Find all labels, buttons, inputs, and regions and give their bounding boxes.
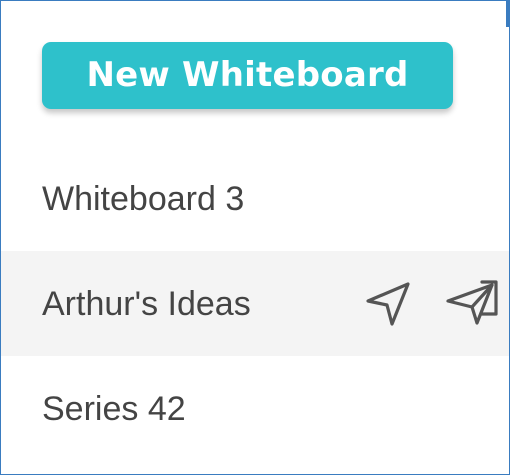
list-item-label: Series 42 xyxy=(42,389,186,428)
whiteboard-list: Whiteboard 3 Arthur's Ideas Series 42 xyxy=(1,146,509,461)
send-icon[interactable] xyxy=(365,281,411,327)
list-item[interactable]: Arthur's Ideas xyxy=(1,251,509,356)
whiteboard-panel: New Whiteboard Whiteboard 3 Arthur's Ide… xyxy=(0,0,510,475)
list-item-label: Whiteboard 3 xyxy=(42,179,245,218)
list-item[interactable]: Series 42 xyxy=(1,356,509,461)
new-whiteboard-button[interactable]: New Whiteboard xyxy=(42,42,453,109)
list-item[interactable]: Whiteboard 3 xyxy=(1,146,509,251)
share-icon[interactable] xyxy=(444,278,499,328)
list-item-label: Arthur's Ideas xyxy=(42,284,251,323)
